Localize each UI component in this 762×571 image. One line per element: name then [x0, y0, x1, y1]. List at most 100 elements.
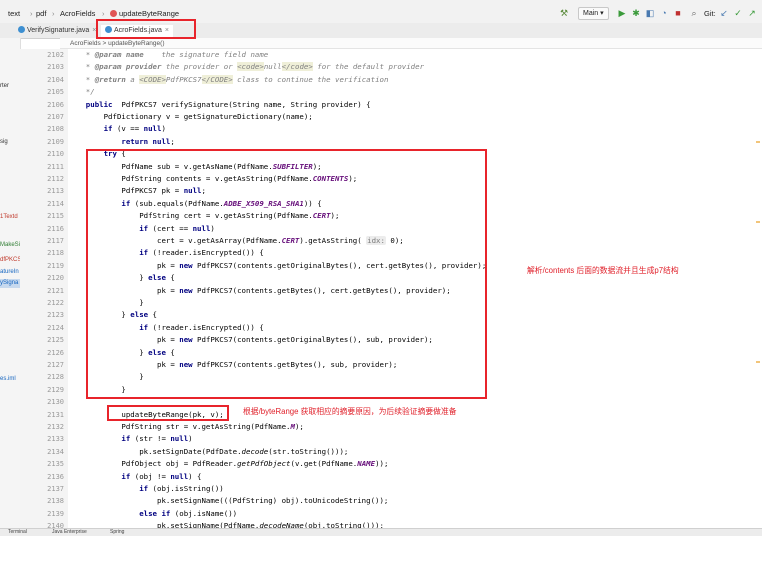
code-token: if	[68, 484, 149, 493]
code-token: null	[143, 124, 162, 134]
code-line[interactable]: */	[68, 86, 758, 98]
project-tree-item[interactable]: atureIn	[0, 268, 19, 277]
line-number: 2102	[47, 51, 64, 59]
project-tree-item[interactable]: es.iml	[0, 375, 16, 384]
method-icon	[110, 10, 117, 17]
code-token: name	[125, 50, 144, 59]
code-line[interactable]: PdfDictionary v = getSignatureDictionary…	[68, 111, 758, 123]
code-token: (str !=	[130, 434, 171, 444]
highlight-box-try-block	[86, 149, 487, 399]
line-number: 2134	[47, 447, 64, 456]
java-class-icon	[18, 26, 25, 33]
code-line[interactable]: if (obj != null) {	[68, 471, 758, 483]
code-line[interactable]: if (v == null)	[68, 123, 758, 135]
git-update-icon[interactable]: ↙	[718, 7, 730, 19]
line-number: 2131	[47, 410, 64, 419]
nav-crumb-method[interactable]: updateByteRange	[110, 9, 179, 18]
code-token: pk.setSignDate(PdfDate.	[68, 446, 242, 456]
code-token: (v.get(PdfName.	[290, 459, 358, 469]
code-line[interactable]: * @param name the signature field name	[68, 49, 758, 61]
line-number: 2139	[47, 509, 64, 518]
code-token: </code>	[281, 62, 313, 72]
code-token: if	[68, 471, 131, 481]
line-number: 2123	[47, 311, 64, 320]
code-token: public	[68, 99, 113, 109]
search-icon[interactable]: ⌕	[688, 7, 700, 19]
line-number: 2122	[47, 299, 64, 307]
code-token: the signature field name	[143, 50, 269, 59]
nav-crumb-acrofields[interactable]: AcroFields	[60, 9, 95, 18]
line-number: 2116	[47, 224, 64, 233]
code-token: );	[294, 422, 304, 431]
code-token: PdfDictionary v = getSignatureDictionary…	[68, 112, 313, 121]
project-tree-item[interactable]: MakeSi	[0, 241, 20, 250]
line-number: 2129	[47, 385, 64, 394]
code-token: PdfPKCS7 verifySignature(String name, St…	[112, 99, 371, 109]
code-line[interactable]: PdfString str = v.getAsString(PdfName.M)…	[68, 421, 758, 433]
branch-selector[interactable]: Main ▾	[578, 7, 609, 20]
line-number: 2109	[47, 137, 64, 146]
line-number: 2111	[47, 162, 64, 171]
line-number: 2108	[47, 125, 64, 134]
nav-crumb-text[interactable]: text	[8, 9, 20, 18]
project-tree-item[interactable]: 1Textd	[0, 213, 18, 222]
code-token: <code>	[237, 62, 264, 72]
debug-icon[interactable]: ✱	[630, 7, 642, 19]
line-number: 2127	[47, 361, 64, 369]
code-token: getPdfObject	[237, 459, 291, 469]
code-token: PdfPKCS7	[165, 74, 202, 84]
line-number: 2114	[47, 199, 64, 208]
git-label: Git:	[704, 9, 716, 18]
code-token: class to continue the verification	[232, 74, 389, 84]
code-token: a	[125, 74, 140, 84]
run-icon[interactable]: ▶	[616, 7, 628, 19]
line-number: 2120	[47, 274, 64, 283]
line-number: 2128	[47, 373, 64, 382]
code-token: if	[68, 124, 113, 134]
hammer-icon[interactable]: ⚒	[558, 7, 570, 19]
line-number: 2112	[47, 175, 64, 183]
stop-icon[interactable]: ■	[672, 7, 684, 19]
code-line[interactable]: * @param provider the provider or <code>…	[68, 61, 758, 73]
git-push-icon[interactable]: ↗	[746, 7, 758, 19]
line-number: 2106	[47, 100, 64, 109]
code-line[interactable]: public PdfPKCS7 verifySignature(String n…	[68, 99, 758, 111]
coverage-icon[interactable]: ◧	[644, 7, 656, 19]
line-number: 2124	[47, 323, 64, 332]
code-line[interactable]: if (str != null)	[68, 433, 758, 445]
code-token: *	[68, 62, 95, 72]
annotation-contents-note: 解析/contents 后面的数据流并且生成p7结构	[527, 266, 679, 275]
git-commit-icon[interactable]: ✓	[732, 7, 744, 19]
line-number: 2104	[47, 75, 64, 84]
code-token: @return	[94, 74, 126, 84]
line-number: 2103	[47, 63, 64, 72]
code-token: </CODE>	[201, 74, 233, 84]
code-line[interactable]: * @return a <CODE>PdfPKCS7</CODE> class …	[68, 74, 758, 86]
code-line[interactable]: pk.setSignDate(PdfDate.decode(str.toStri…	[68, 446, 758, 458]
project-tree-item[interactable]: dfPKCS	[0, 256, 20, 265]
code-token: ));	[375, 459, 389, 469]
code-line[interactable]: pk.setSignName(((PdfString) obj).toUnico…	[68, 495, 758, 507]
line-number: 2125	[47, 336, 64, 345]
project-tree-item[interactable]: ySigna	[0, 279, 20, 288]
nav-crumb-pdf[interactable]: pdf	[36, 9, 46, 18]
code-line[interactable]: return null;	[68, 136, 758, 148]
highlight-box-tab	[96, 19, 196, 39]
line-number: 2121	[47, 286, 64, 295]
line-number: 2117	[47, 237, 64, 245]
line-number: 2126	[47, 348, 64, 357]
line-number-gutter: 2102 2103 2104 2105 2106 2107 2108 2109 2110 2111…	[20, 49, 69, 530]
code-line[interactable]: else if (obj.isName())	[68, 508, 758, 520]
profile-icon[interactable]: ◔	[658, 7, 670, 19]
tab-verifysignature[interactable]: VerifySignature.java ×	[18, 25, 96, 37]
project-tree-item[interactable]: sig	[0, 138, 8, 147]
editor-breadcrumb[interactable]: AcroFields > updateByteRange()	[60, 38, 762, 49]
code-token: else if	[68, 508, 171, 518]
code-line[interactable]: PdfObject obj = PdfReader.getPdfObject(v…	[68, 458, 758, 470]
code-token: ) {	[188, 471, 202, 481]
code-token: null	[263, 62, 282, 72]
code-token: *	[68, 74, 95, 84]
code-line[interactable]: if (obj.isString())	[68, 483, 758, 495]
project-tree-item[interactable]: rter	[0, 82, 9, 91]
line-number: 2133	[47, 435, 64, 444]
